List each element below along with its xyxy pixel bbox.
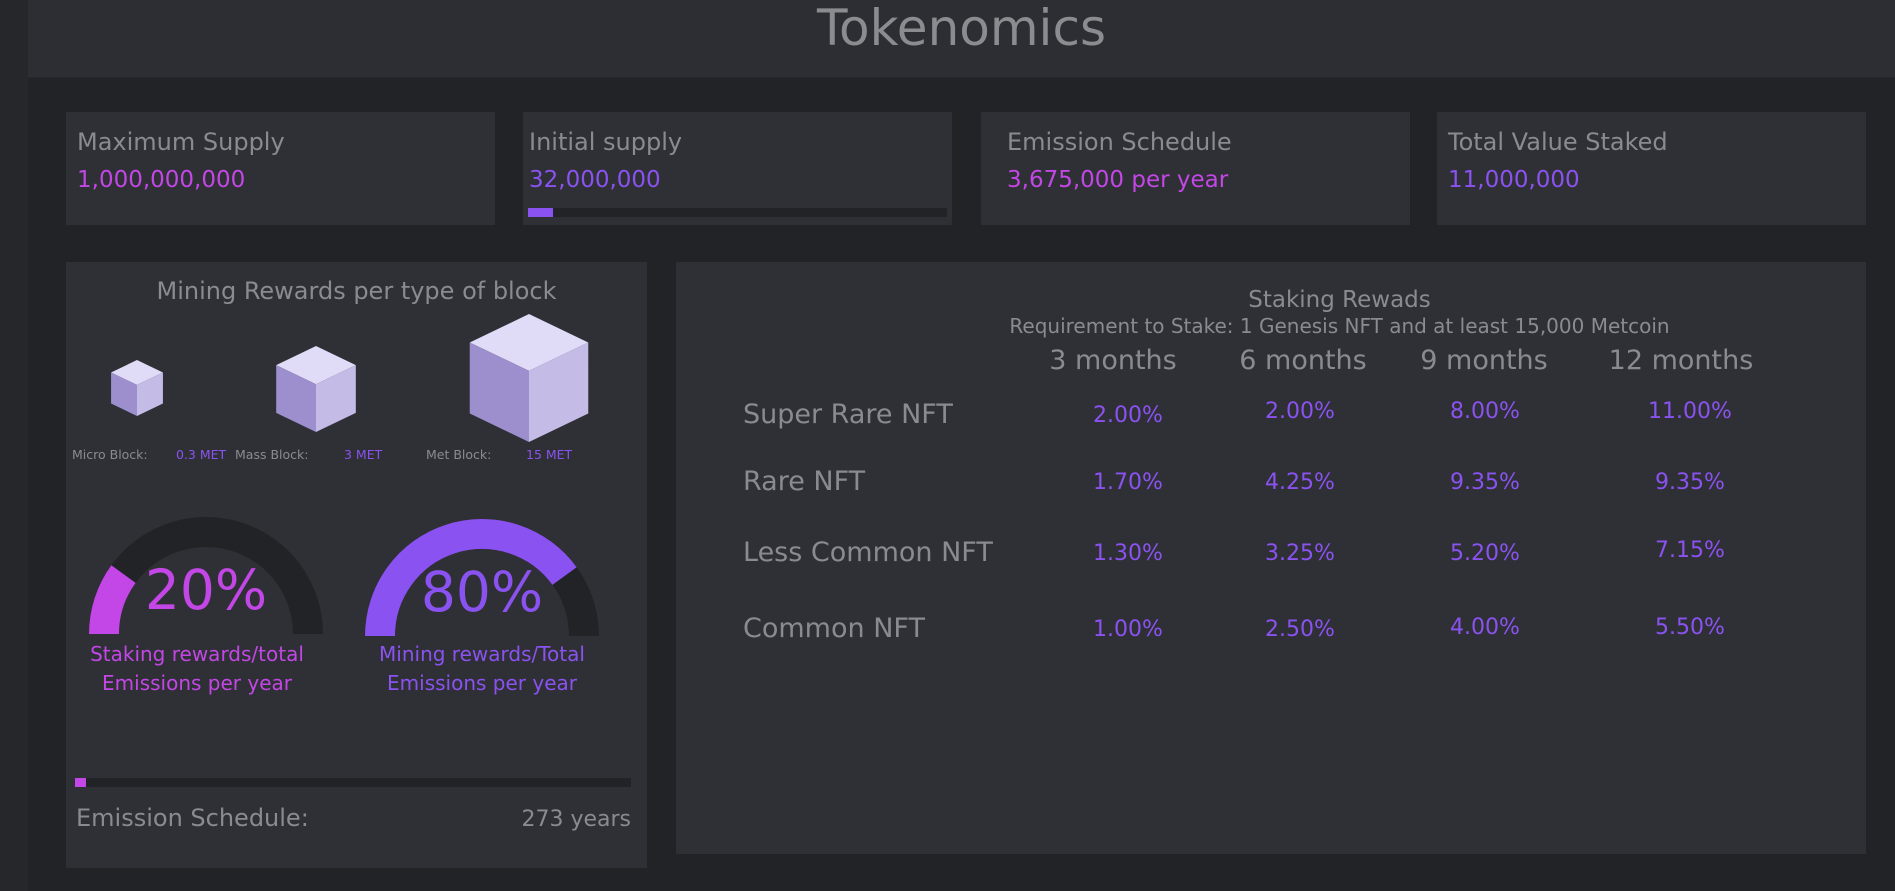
stat-label: Total Value Staked <box>1448 128 1668 156</box>
emission-schedule-progress-fill <box>75 778 86 787</box>
met-block-value: 15 MET <box>526 447 573 462</box>
stat-label: Emission Schedule <box>1007 128 1232 156</box>
column-header-3-months: 3 months <box>1049 345 1177 376</box>
column-header-12-months: 12 months <box>1608 345 1754 376</box>
stat-card-emission-schedule: Emission Schedule 3,675,000 per year <box>981 112 1410 225</box>
page-title: Tokenomics <box>817 0 1106 57</box>
emission-schedule-years: 273 years <box>521 807 631 832</box>
row-label-super-rare-nft: Super Rare NFT <box>743 399 953 430</box>
row-label-less-common-nft: Less Common NFT <box>743 537 993 568</box>
micro-block-value: 0.3 MET <box>176 447 227 462</box>
stat-value: 32,000,000 <box>529 167 661 193</box>
table-cell: 2.00% <box>1265 399 1335 424</box>
table-cell: 9.35% <box>1450 470 1520 495</box>
caption-line: Mining rewards/Total <box>379 642 585 666</box>
micro-block-label: Micro Block: <box>72 447 148 462</box>
cube-icon <box>276 346 356 432</box>
stat-value: 3,675,000 per year <box>1007 167 1229 193</box>
table-cell: 1.30% <box>1093 541 1163 566</box>
table-cell: 8.00% <box>1450 399 1520 424</box>
staking-gauge-percent: 20% <box>144 558 268 622</box>
staking-rewards-panel: Staking Rewads Requirement to Stake: 1 G… <box>676 262 1866 854</box>
table-cell: 1.00% <box>1093 617 1163 642</box>
table-cell: 4.25% <box>1265 470 1335 495</box>
table-cell: 11.00% <box>1648 399 1732 424</box>
stat-card-initial-supply: Initial supply 32,000,000 <box>523 112 952 225</box>
table-cell: 9.35% <box>1655 470 1725 495</box>
stat-card-maximum-supply: Maximum Supply 1,000,000,000 <box>66 112 495 225</box>
caption-line: Emissions per year <box>102 671 292 695</box>
table-cell: 5.50% <box>1655 615 1725 640</box>
table-cell: 2.50% <box>1265 617 1335 642</box>
row-label-rare-nft: Rare NFT <box>743 466 866 497</box>
caption-line: Emissions per year <box>387 671 577 695</box>
row-label-common-nft: Common NFT <box>743 613 925 644</box>
mass-block-value: 3 MET <box>344 447 383 462</box>
stat-value: 1,000,000,000 <box>77 167 246 193</box>
stat-card-total-value-staked: Total Value Staked 11,000,000 <box>1437 112 1866 225</box>
table-cell: 1.70% <box>1093 470 1163 495</box>
table-cell: 7.15% <box>1655 538 1725 563</box>
staking-panel-title: Staking Rewads <box>1248 287 1431 313</box>
table-cell: 3.25% <box>1265 541 1335 566</box>
stat-label: Maximum Supply <box>77 128 285 156</box>
cube-icon <box>111 360 163 416</box>
table-cell: 5.20% <box>1450 541 1520 566</box>
caption-line: Staking rewards/total <box>90 642 304 666</box>
stat-value: 11,000,000 <box>1448 167 1580 193</box>
cube-icon <box>469 314 589 442</box>
initial-supply-progress-fill <box>528 208 553 217</box>
table-cell: 4.00% <box>1450 615 1520 640</box>
mining-gauge-percent: 80% <box>420 560 544 624</box>
mining-panel-title: Mining Rewards per type of block <box>156 277 557 305</box>
column-header-9-months: 9 months <box>1420 345 1548 376</box>
mining-gauge-caption: Mining rewards/Total Emissions per year <box>350 640 614 698</box>
emission-schedule-progress-bar <box>75 778 631 787</box>
mining-rewards-panel: Mining Rewards per type of block Micro B… <box>66 262 647 868</box>
met-block-label: Met Block: <box>426 447 492 462</box>
initial-supply-progress-bar <box>528 208 947 217</box>
table-cell: 2.00% <box>1093 403 1163 428</box>
page-header: Tokenomics <box>28 0 1895 78</box>
column-header-6-months: 6 months <box>1239 345 1367 376</box>
staking-gauge-caption: Staking rewards/total Emissions per year <box>66 640 328 698</box>
emission-schedule-label: Emission Schedule: <box>76 804 309 832</box>
left-strip <box>0 0 28 891</box>
stat-label: Initial supply <box>529 128 683 156</box>
mass-block-label: Mass Block: <box>235 447 309 462</box>
staking-panel-subtitle: Requirement to Stake: 1 Genesis NFT and … <box>1009 314 1670 338</box>
